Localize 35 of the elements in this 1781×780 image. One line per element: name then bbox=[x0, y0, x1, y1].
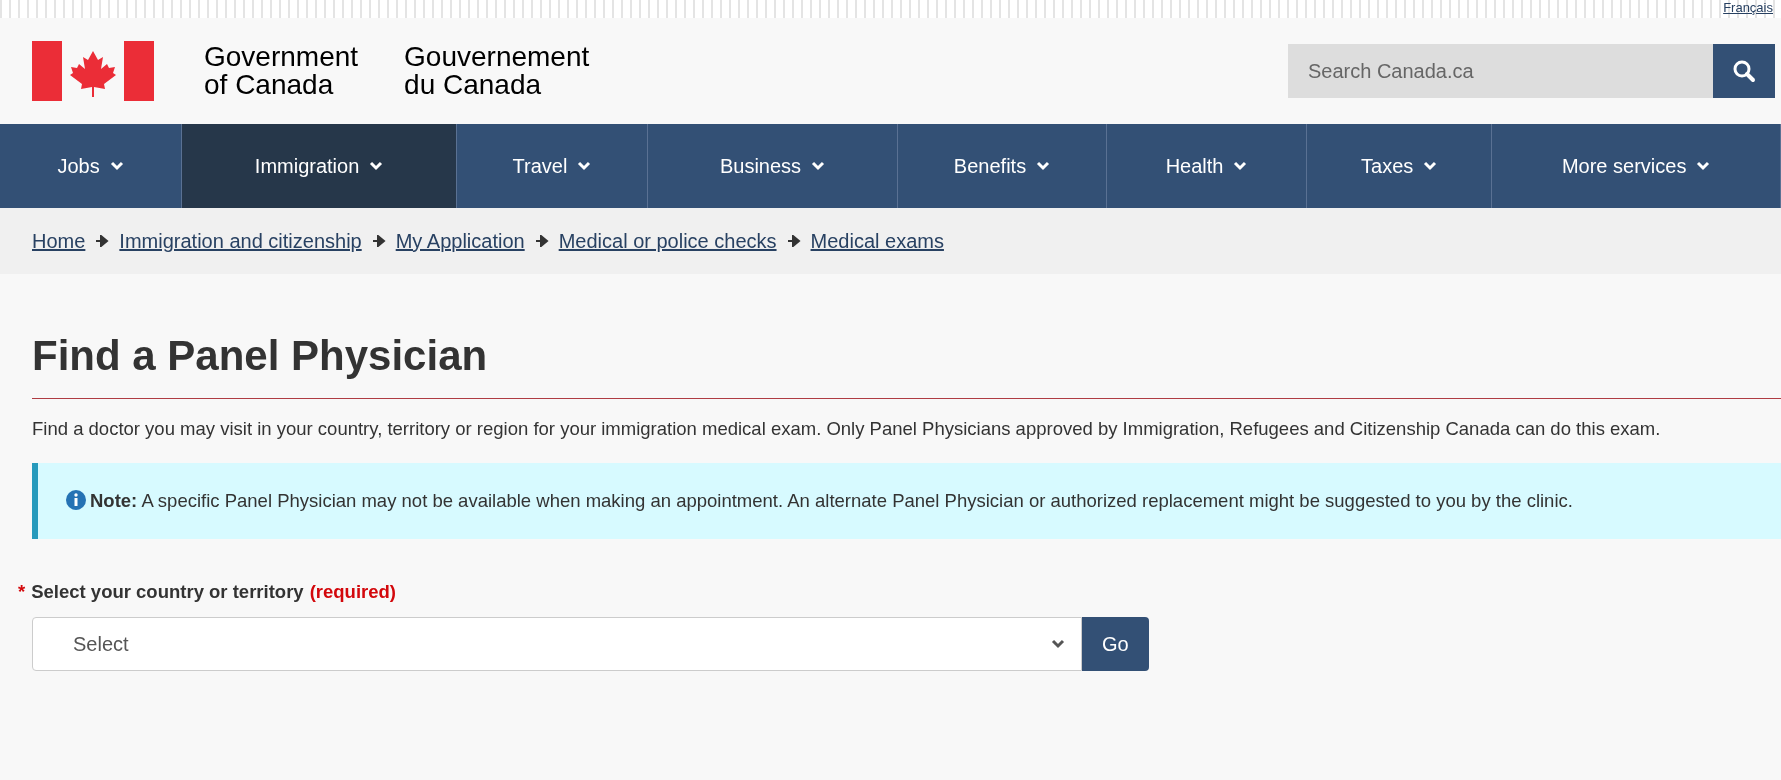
required-label: (required) bbox=[309, 581, 396, 603]
chevron-down-icon bbox=[109, 161, 124, 171]
page-title: Find a Panel Physician bbox=[32, 332, 1781, 399]
chevron-down-icon bbox=[811, 161, 826, 171]
arrow-right-icon bbox=[95, 235, 110, 247]
search-field[interactable]: Search Canada.ca bbox=[1288, 44, 1713, 98]
chevron-down-icon bbox=[1423, 161, 1438, 171]
breadcrumb-link[interactable]: Medical or police checks bbox=[558, 229, 777, 253]
chevron-down-icon bbox=[369, 161, 384, 171]
chevron-down-icon bbox=[1036, 161, 1051, 171]
note-text: Note: A specific Panel Physician may not be available when making an appointment. An alternate Panel Physician or authorized replacement might be suggested to you by the clinic. bbox=[90, 490, 1573, 511]
breadcrumb-link[interactable]: Medical exams bbox=[810, 229, 944, 253]
country-select[interactable]: Select bbox=[32, 617, 1082, 671]
chevron-down-icon bbox=[1696, 161, 1711, 171]
search-icon bbox=[1732, 59, 1756, 83]
wordmark-english: Government of Canada bbox=[204, 43, 359, 99]
arrow-right-icon bbox=[371, 235, 386, 247]
canada-flag-icon bbox=[32, 41, 154, 101]
intro-paragraph: Find a doctor you may visit in your country, territory or region for your immigration medical exam. Only Panel Physicians approved by Immigration, Refugees and Citizenship Canada can do this exam. bbox=[32, 417, 1662, 441]
chevron-down-icon bbox=[1233, 161, 1248, 171]
breadcrumb-link[interactable]: Immigration and citizenship bbox=[119, 229, 362, 253]
info-icon bbox=[66, 490, 86, 510]
go-button[interactable]: Go bbox=[1082, 617, 1149, 671]
breadcrumb-link[interactable]: Home bbox=[32, 229, 86, 253]
chevron-down-icon bbox=[1051, 639, 1065, 649]
arrow-right-icon bbox=[534, 235, 549, 247]
field-label: Select your country or territory bbox=[31, 581, 304, 603]
arrow-right-icon bbox=[786, 235, 801, 247]
wordmark-french: Gouvernement du Canada bbox=[404, 43, 590, 99]
language-link[interactable]: Français bbox=[1723, 1, 1773, 15]
chevron-down-icon bbox=[577, 161, 592, 171]
search-button[interactable] bbox=[1713, 44, 1775, 98]
breadcrumb-link[interactable]: My Application bbox=[395, 229, 525, 253]
nav-tab[interactable]: Immigration bbox=[182, 124, 457, 208]
required-marker: * bbox=[18, 581, 26, 603]
